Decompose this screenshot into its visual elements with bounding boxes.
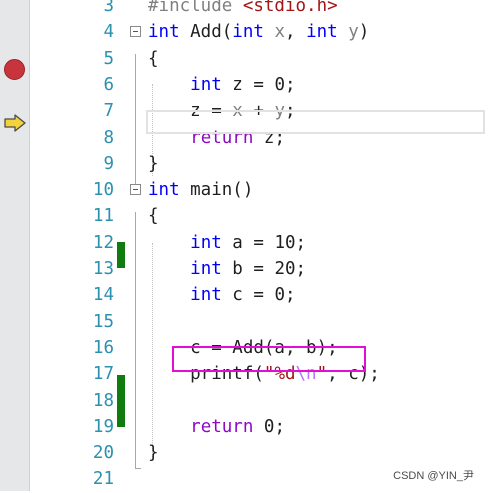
code-line[interactable]: 20} — [30, 440, 488, 466]
code-token: } — [148, 153, 159, 174]
code-token: int — [148, 180, 180, 201]
code-token: int — [190, 232, 222, 253]
line-number: 4 — [103, 22, 114, 43]
code-token: x — [263, 22, 285, 43]
line-number: 5 — [103, 48, 114, 69]
code-line[interactable]: 10 int main() — [30, 177, 488, 203]
current-line-highlight — [146, 110, 485, 134]
line-number: 14 — [92, 285, 114, 306]
code-text: int a = 10; — [148, 230, 306, 256]
indicator-margin[interactable] — [0, 0, 30, 491]
line-number: 20 — [92, 443, 114, 464]
line-number: 18 — [92, 390, 114, 411]
line-number: 10 — [92, 180, 114, 201]
code-token: int — [190, 285, 222, 306]
code-token: int — [306, 22, 338, 43]
code-token: { — [148, 48, 159, 69]
code-token: #include — [148, 0, 243, 16]
code-text: int main() — [148, 177, 253, 203]
code-text: return 0; — [148, 414, 285, 440]
code-text: #include <stdio.h> — [148, 0, 338, 19]
code-token: main() — [179, 180, 254, 201]
line-number: 8 — [103, 127, 114, 148]
line-number: 17 — [92, 364, 114, 385]
code-token: int — [190, 259, 222, 279]
code-token: { — [148, 206, 159, 227]
code-token: } — [148, 443, 159, 464]
code-text: } — [148, 151, 159, 177]
line-number: 16 — [92, 337, 114, 358]
code-token: Add( — [179, 22, 233, 43]
code-text: { — [148, 46, 159, 72]
collapse-toggle-icon[interactable] — [130, 26, 141, 38]
line-number: 7 — [103, 101, 114, 122]
code-token: z = 0; — [221, 74, 296, 95]
code-token: int — [148, 22, 180, 43]
line-number: 15 — [92, 311, 114, 332]
code-token: int — [232, 22, 264, 43]
line-number: 11 — [92, 206, 114, 227]
code-text: } — [148, 440, 159, 466]
code-line[interactable]: 13 int b = 20; — [30, 256, 488, 282]
code-line[interactable]: 12 int a = 10; — [30, 230, 488, 256]
code-token: 0; — [253, 416, 285, 437]
line-number: 19 — [92, 416, 114, 437]
code-text: int Add(int x, int y) — [148, 19, 369, 45]
code-line[interactable]: 9} — [30, 151, 488, 177]
code-token: return — [190, 416, 254, 437]
line-number: 6 — [103, 74, 114, 95]
code-line[interactable]: 19 return 0; — [30, 414, 488, 440]
code-line[interactable]: 15 — [30, 309, 488, 335]
code-line[interactable]: 11 { — [30, 203, 488, 229]
breakpoint-icon[interactable] — [4, 59, 25, 80]
watermark: CSDN @YIN_尹 — [393, 470, 474, 482]
code-line[interactable]: 3 #include <stdio.h> — [30, 0, 488, 19]
code-token: a = 10; — [221, 232, 307, 253]
code-line[interactable]: 4 int Add(int x, int y) — [30, 19, 488, 45]
line-number: 13 — [92, 259, 114, 279]
current-statement-arrow-icon — [4, 114, 26, 132]
code-line[interactable]: 6 int z = 0; — [30, 72, 488, 98]
code-token: y — [337, 22, 359, 43]
line-number: 12 — [92, 232, 114, 253]
code-text: { — [148, 203, 159, 229]
collapse-toggle-icon[interactable] — [130, 184, 141, 196]
code-token: b = 20; — [221, 259, 307, 279]
code-line[interactable]: 18 — [30, 388, 488, 414]
code-token: ) — [358, 22, 370, 43]
line-number: 21 — [92, 469, 114, 490]
code-token: c = 0; — [221, 285, 296, 306]
code-line[interactable]: 14 int c = 0; — [30, 282, 488, 308]
code-text: int b = 20; — [148, 256, 306, 282]
code-token: <stdio.h> — [242, 0, 338, 16]
code-line[interactable]: 5{ — [30, 46, 488, 72]
annotation-highlight-box — [172, 346, 366, 372]
code-text: int c = 0; — [148, 282, 296, 308]
code-text: int z = 0; — [148, 72, 296, 98]
code-token: int — [190, 74, 222, 95]
line-number: 9 — [103, 153, 114, 174]
code-editor[interactable]: 3 #include <stdio.h> 4 int Add(int x, int y… — [30, 0, 488, 491]
line-number: 3 — [103, 0, 114, 16]
code-token: , — [284, 22, 307, 43]
